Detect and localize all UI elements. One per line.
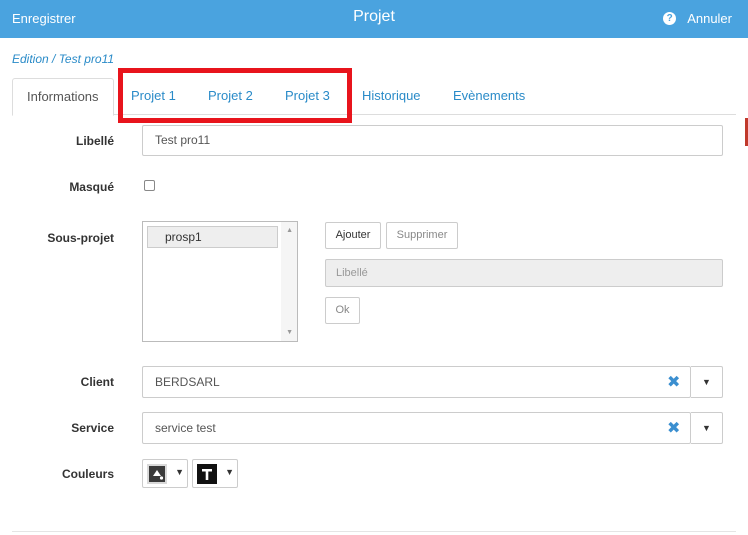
page-title: Projet [353, 8, 395, 25]
sous-projet-list[interactable]: prosp1 ▲ ▼ [142, 221, 298, 342]
text-color-icon [197, 464, 217, 484]
add-button[interactable]: Ajouter [325, 222, 381, 249]
tab-evenements[interactable]: Evènements [453, 78, 525, 115]
service-label: Service [71, 421, 114, 435]
ok-button[interactable]: Ok [325, 297, 360, 324]
client-label: Client [80, 375, 114, 389]
chevron-down-icon: ▼ [225, 467, 234, 477]
service-select[interactable]: service test [142, 412, 691, 444]
list-item[interactable]: prosp1 [147, 226, 278, 248]
chevron-down-icon: ▼ [175, 467, 184, 477]
scrollbar[interactable]: ▲ ▼ [281, 222, 297, 341]
top-bar: Enregistrer Projet ? Annuler [0, 0, 748, 38]
masque-label: Masqué [69, 180, 114, 194]
tab-projet-1[interactable]: Projet 1 [131, 78, 176, 115]
tab-projet-2[interactable]: Projet 2 [208, 78, 253, 115]
client-clear-icon[interactable]: ✖ [667, 372, 680, 392]
sous-projet-label: Sous-projet [47, 231, 114, 245]
service-clear-icon[interactable]: ✖ [667, 418, 680, 438]
delete-button[interactable]: Supprimer [386, 222, 458, 249]
masque-checkbox[interactable] [144, 180, 155, 191]
text-color-picker[interactable]: ▼ [192, 459, 238, 488]
cancel-button[interactable]: ? Annuler [663, 11, 732, 26]
divider [12, 531, 736, 532]
scroll-down-icon[interactable]: ▼ [286, 329, 293, 336]
client-select[interactable]: BERDSARL [142, 366, 691, 398]
tab-bar: Informations Projet 1 Projet 2 Projet 3 … [12, 78, 736, 116]
help-icon: ? [663, 12, 677, 25]
tab-historique[interactable]: Historique [362, 78, 421, 115]
breadcrumb[interactable]: Edition / Test pro11 [12, 52, 114, 66]
tab-projet-3[interactable]: Projet 3 [285, 78, 330, 115]
tab-informations[interactable]: Informations [12, 78, 114, 116]
paint-bucket-icon [147, 464, 167, 484]
libelle-label: Libellé [75, 134, 114, 148]
scroll-up-icon[interactable]: ▲ [286, 227, 293, 234]
background-color-picker[interactable]: ▼ [142, 459, 188, 488]
service-chevron-down-icon[interactable]: ▼ [691, 412, 723, 444]
sous-projet-libelle-input[interactable]: Libellé [325, 259, 723, 287]
couleurs-label: Couleurs [61, 467, 114, 481]
libelle-input[interactable]: Test pro11 [142, 125, 723, 156]
client-chevron-down-icon[interactable]: ▼ [691, 366, 723, 398]
cancel-label: Annuler [687, 11, 732, 26]
